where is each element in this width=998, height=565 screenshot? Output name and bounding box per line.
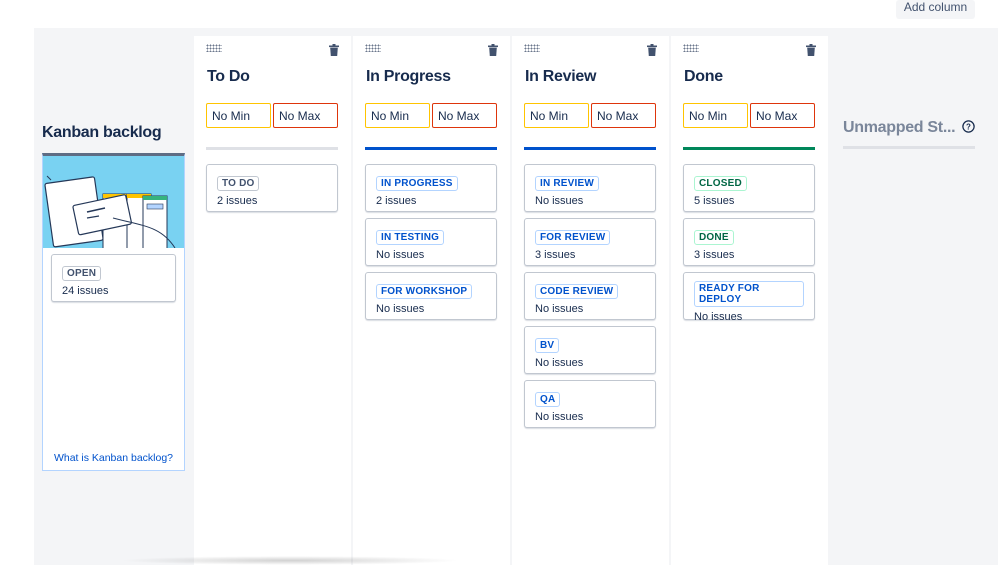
issue-count: 2 issues [376, 195, 417, 207]
min-limit-field[interactable]: No Min [524, 103, 589, 128]
trash-icon[interactable] [806, 44, 816, 56]
status-card[interactable]: QA No issues [524, 380, 656, 428]
unmapped-statuses-title: Unmapped St... [843, 119, 956, 136]
status-lozenge: TO DO [217, 176, 260, 191]
column-header [194, 36, 351, 64]
status-lozenge: BV [535, 338, 560, 353]
issue-count: 3 issues [694, 249, 735, 261]
trash-icon[interactable] [329, 44, 339, 56]
column-limits: No Min No Max [683, 103, 815, 128]
status-lozenge: OPEN [62, 266, 102, 281]
issue-count: 2 issues [217, 195, 258, 207]
status-card[interactable]: DONE 3 issues [683, 218, 815, 266]
status-lozenge: IN PROGRESS [376, 176, 458, 191]
max-limit-field[interactable]: No Max [750, 103, 815, 128]
backlog-title: Kanban backlog [42, 124, 162, 141]
help-icon[interactable]: ? [962, 120, 975, 133]
issue-count: 24 issues [62, 285, 109, 297]
status-lozenge: IN REVIEW [535, 176, 600, 191]
status-lozenge: DONE [694, 230, 734, 245]
status-card[interactable]: FOR WORKSHOP No issues [365, 272, 497, 320]
grip-icon[interactable] [524, 44, 540, 52]
drag-shadow [120, 556, 460, 565]
status-lozenge: CODE REVIEW [535, 284, 619, 299]
status-lozenge: FOR WORKSHOP [376, 284, 473, 299]
column-title[interactable]: In Review [525, 68, 596, 86]
backlog-help-link[interactable]: What is Kanban backlog? [43, 452, 184, 464]
status-lozenge: QA [535, 392, 561, 407]
trash-icon[interactable] [647, 44, 657, 56]
column-limits: No Min No Max [206, 103, 338, 128]
max-limit-field[interactable]: No Max [591, 103, 656, 128]
board-column: To Do No Min No Max TO DO 2 issues [194, 36, 351, 565]
column-category-bar [365, 147, 497, 150]
backlog-column: OPEN 24 issues What is Kanban backlog? [42, 153, 185, 471]
column-category-bar [524, 147, 656, 150]
status-card[interactable]: CODE REVIEW No issues [524, 272, 656, 320]
status-list: CLOSED 5 issues DONE 3 issues READY FOR DEPL… [683, 164, 815, 326]
status-lozenge: READY FOR DEPLOY [694, 281, 804, 307]
min-limit-field[interactable]: No Min [206, 103, 271, 128]
issue-count: No issues [535, 303, 584, 315]
column-category-bar [206, 147, 338, 150]
issue-count: No issues [694, 311, 743, 323]
status-card[interactable]: IN REVIEW No issues [524, 164, 656, 212]
issue-count: No issues [535, 411, 584, 423]
column-title[interactable]: In Progress [366, 68, 451, 86]
status-lozenge: IN TESTING [376, 230, 445, 245]
grip-icon[interactable] [683, 44, 699, 52]
board-column: In Review No Min No Max IN REVIEW No issues F… [512, 36, 669, 565]
status-card[interactable]: IN PROGRESS 2 issues [365, 164, 497, 212]
column-limits: No Min No Max [365, 103, 497, 128]
trash-icon[interactable] [488, 44, 498, 56]
issue-count: No issues [376, 249, 425, 261]
min-limit-field[interactable]: No Min [683, 103, 748, 128]
grip-icon[interactable] [365, 44, 381, 52]
status-lozenge: CLOSED [694, 176, 747, 191]
status-card[interactable]: BV No issues [524, 326, 656, 374]
column-header [671, 36, 828, 64]
board-column: Done No Min No Max CLOSED 5 issues DONE 3 issu… [671, 36, 828, 565]
board-column: In Progress No Min No Max IN PROGRESS 2 issu… [353, 36, 510, 565]
svg-text:?: ? [966, 123, 971, 132]
status-list: IN REVIEW No issues FOR REVIEW 3 issues CODE… [524, 164, 656, 434]
column-header [512, 36, 669, 64]
column-title[interactable]: Done [684, 68, 723, 86]
issue-count: 5 issues [694, 195, 735, 207]
backlog-status-card[interactable]: OPEN 24 issues [51, 254, 176, 302]
add-column-button[interactable]: Add column [896, 0, 975, 19]
status-card[interactable]: FOR REVIEW 3 issues [524, 218, 656, 266]
issue-count: No issues [535, 195, 584, 207]
grip-icon[interactable] [206, 44, 222, 52]
column-category-bar [683, 147, 815, 150]
status-card[interactable]: READY FOR DEPLOY No issues [683, 272, 815, 323]
status-card[interactable]: CLOSED 5 issues [683, 164, 815, 212]
issue-count: No issues [535, 357, 584, 369]
max-limit-field[interactable]: No Max [273, 103, 338, 128]
backlog-illustration [43, 156, 184, 248]
status-list: IN PROGRESS 2 issues IN TESTING No issues FO… [365, 164, 497, 326]
column-title[interactable]: To Do [207, 68, 250, 86]
column-header [353, 36, 510, 64]
max-limit-field[interactable]: No Max [432, 103, 497, 128]
issue-count: No issues [376, 303, 425, 315]
unmapped-divider [843, 146, 975, 149]
status-card[interactable]: TO DO 2 issues [206, 164, 338, 212]
status-list: TO DO 2 issues [206, 164, 338, 218]
issue-count: 3 issues [535, 249, 576, 261]
status-lozenge: FOR REVIEW [535, 230, 611, 245]
min-limit-field[interactable]: No Min [365, 103, 430, 128]
status-card[interactable]: IN TESTING No issues [365, 218, 497, 266]
column-limits: No Min No Max [524, 103, 656, 128]
